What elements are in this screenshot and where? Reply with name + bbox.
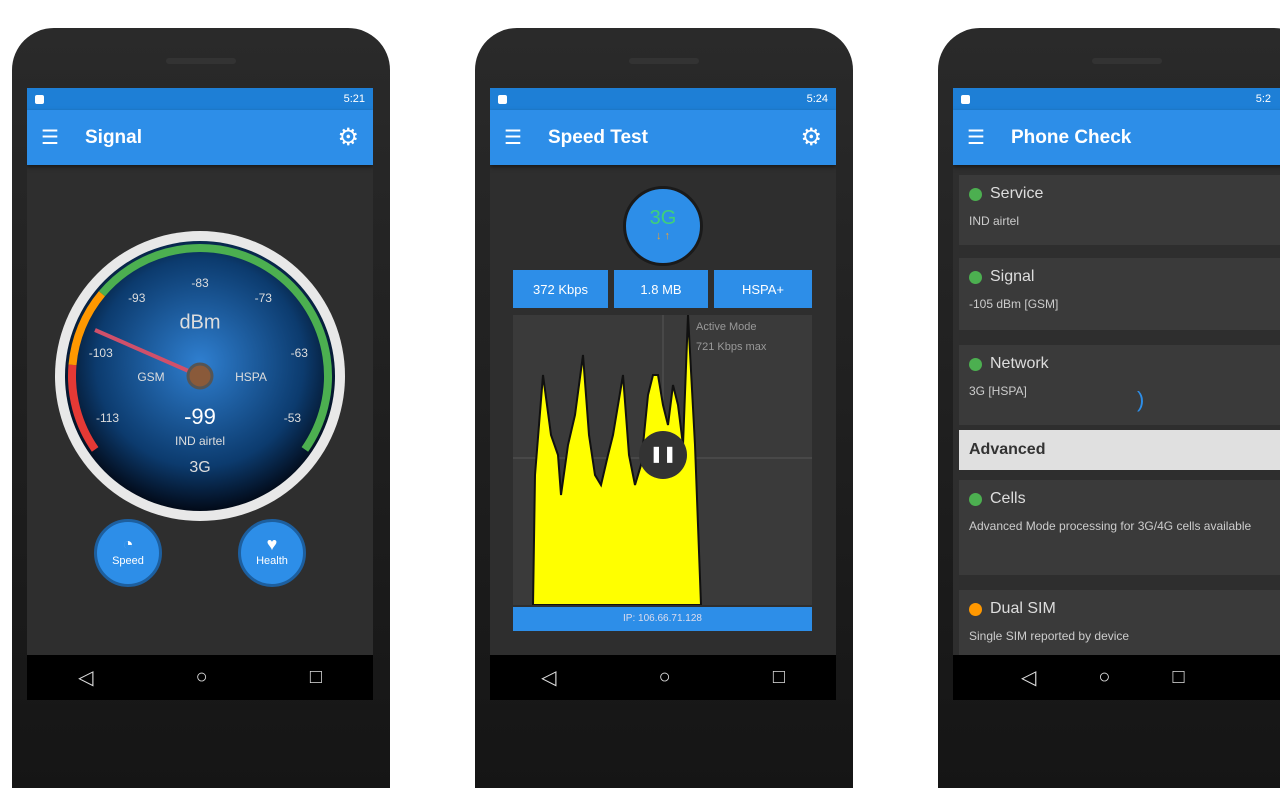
overlay-max: 721 Kbps max: [696, 341, 767, 353]
card-title: Dual SIM: [990, 600, 1056, 617]
card-title: Service: [990, 185, 1044, 202]
card-title: Signal: [990, 268, 1035, 285]
home-button[interactable]: ○: [1098, 666, 1110, 689]
card-value: IND airtel: [969, 214, 1020, 228]
gauge-tick-label: -53: [283, 411, 302, 426]
card-signal[interactable]: Signal -105 dBm [GSM]: [959, 258, 1280, 330]
speaker: [1092, 58, 1162, 64]
pause-button[interactable]: ❚❚: [639, 431, 687, 479]
toolbar: ☰ Speed Test ⚙: [490, 110, 836, 165]
notification-icon: [35, 94, 44, 104]
operator-name: IND airtel: [174, 434, 226, 448]
status-dot: [969, 492, 982, 506]
hspa-label: HSPA: [235, 370, 267, 384]
gauge-tick-label: -93: [128, 290, 146, 305]
network-badge: 3G ↓ ↑: [623, 186, 703, 266]
card-value: -105 dBm [GSM]: [969, 297, 1059, 311]
gauge-tick-label: -83: [191, 276, 209, 290]
speed-icon: ◔: [122, 534, 134, 554]
stat-tech: HSPA+: [714, 270, 812, 308]
status-time: 5:24: [806, 93, 828, 105]
signal-content: -113 -103 -93 -83 -73 -63 -53 dBm GSM HSPA -99…: [27, 165, 373, 655]
recents-button[interactable]: □: [773, 666, 785, 689]
loading-spinner-icon: ): [1137, 387, 1145, 412]
nav-bar: ◁ ○ □: [490, 655, 836, 700]
status-dot: [969, 187, 982, 201]
section-advanced: Advanced: [959, 430, 1280, 470]
recents-button[interactable]: □: [310, 666, 322, 689]
ip-address: IP: 106.66.71.128: [513, 607, 812, 631]
nav-bar: ◁ ○ □: [953, 655, 1280, 700]
back-button[interactable]: ◁: [541, 665, 556, 690]
card-value: Single SIM reported by device: [969, 629, 1130, 643]
badge-arrows: ↓ ↑: [655, 230, 671, 242]
gsm-label: GSM: [137, 370, 165, 384]
status-dot: [969, 270, 982, 284]
status-dot: [969, 357, 982, 371]
back-button[interactable]: ◁: [1021, 665, 1036, 690]
toolbar: ☰ Signal ⚙: [27, 110, 373, 165]
status-dot: [969, 602, 982, 616]
health-icon: ♥: [266, 534, 278, 554]
page-title: Speed Test: [548, 126, 648, 148]
health-label: Health: [256, 555, 288, 567]
speed-content: 3G ↓ ↑ 372 Kbps 1.8 MB HSPA+ Active Mode…: [490, 165, 836, 655]
speed-label: Speed: [112, 555, 144, 567]
stat-data: 1.8 MB: [614, 270, 708, 308]
health-button[interactable]: ♥ Health: [238, 519, 306, 587]
page-title: Signal: [85, 126, 143, 148]
toolbar: ☰ Phone Check: [953, 110, 1280, 165]
phone-speed-test: 5:24 ☰ Speed Test ⚙ 3G ↓ ↑ 372 Kbps 1.8 …: [475, 28, 853, 788]
signal-value: -99: [184, 404, 216, 429]
network-type: 3G: [189, 459, 211, 476]
nav-bar: ◁ ○ □: [27, 655, 373, 700]
home-button[interactable]: ○: [659, 666, 671, 689]
menu-icon[interactable]: ☰: [967, 125, 1011, 150]
gauge-tick-label: -63: [290, 345, 308, 360]
phone-check: 5:2 ☰ Phone Check Service IND airtel Sign…: [938, 28, 1280, 788]
card-value: 3G [HSPA]: [969, 384, 1027, 398]
card-title: Cells: [990, 490, 1026, 507]
screen: 5:2 ☰ Phone Check Service IND airtel Sign…: [953, 88, 1280, 700]
badge-network: 3G: [649, 207, 677, 229]
status-time: 5:2: [1255, 93, 1271, 105]
gear-icon[interactable]: ⚙: [337, 123, 359, 152]
status-bar: 5:2: [953, 88, 1280, 110]
recents-button[interactable]: □: [1172, 666, 1184, 689]
notification-icon: [961, 94, 970, 104]
card-cells[interactable]: Cells Advanced Mode processing for 3G/4G …: [959, 480, 1280, 575]
screen: 5:21 ☰ Signal ⚙ -113 -103 -93 -83 -73 -63 -53 …: [27, 88, 373, 700]
gear-icon[interactable]: ⚙: [800, 123, 822, 152]
check-content: Service IND airtel Signal -105 dBm [GSM] N…: [953, 165, 1280, 660]
speaker: [629, 58, 699, 64]
card-title: Network: [990, 355, 1049, 372]
gauge-tick-label: -103: [88, 345, 113, 360]
screen: 5:24 ☰ Speed Test ⚙ 3G ↓ ↑ 372 Kbps 1.8 …: [490, 88, 836, 700]
menu-icon[interactable]: ☰: [41, 125, 85, 150]
status-bar: 5:24: [490, 88, 836, 110]
gauge-unit: dBm: [179, 311, 221, 334]
notification-icon: [498, 94, 507, 104]
status-bar: 5:21: [27, 88, 373, 110]
card-service[interactable]: Service IND airtel: [959, 175, 1280, 245]
stat-speed: 372 Kbps: [513, 270, 608, 308]
needle-hub: [186, 362, 214, 390]
speaker: [166, 58, 236, 64]
overlay-mode: Active Mode: [696, 321, 757, 333]
phone-signal: 5:21 ☰ Signal ⚙ -113 -103 -93 -83 -73 -63 -53 …: [12, 28, 390, 788]
speed-button[interactable]: ◔ Speed: [94, 519, 162, 587]
back-button[interactable]: ◁: [78, 665, 93, 690]
page-title: Phone Check: [1011, 126, 1132, 148]
gauge-tick-label: -113: [95, 411, 120, 426]
card-network[interactable]: Network 3G [HSPA]): [959, 345, 1280, 425]
home-button[interactable]: ○: [196, 666, 208, 689]
card-dual-sim[interactable]: Dual SIM Single SIM reported by device: [959, 590, 1280, 660]
menu-icon[interactable]: ☰: [504, 125, 548, 150]
status-time: 5:21: [343, 93, 365, 105]
card-value: Advanced Mode processing for 3G/4G cells…: [969, 519, 1252, 533]
gauge-tick-label: -73: [254, 290, 272, 305]
